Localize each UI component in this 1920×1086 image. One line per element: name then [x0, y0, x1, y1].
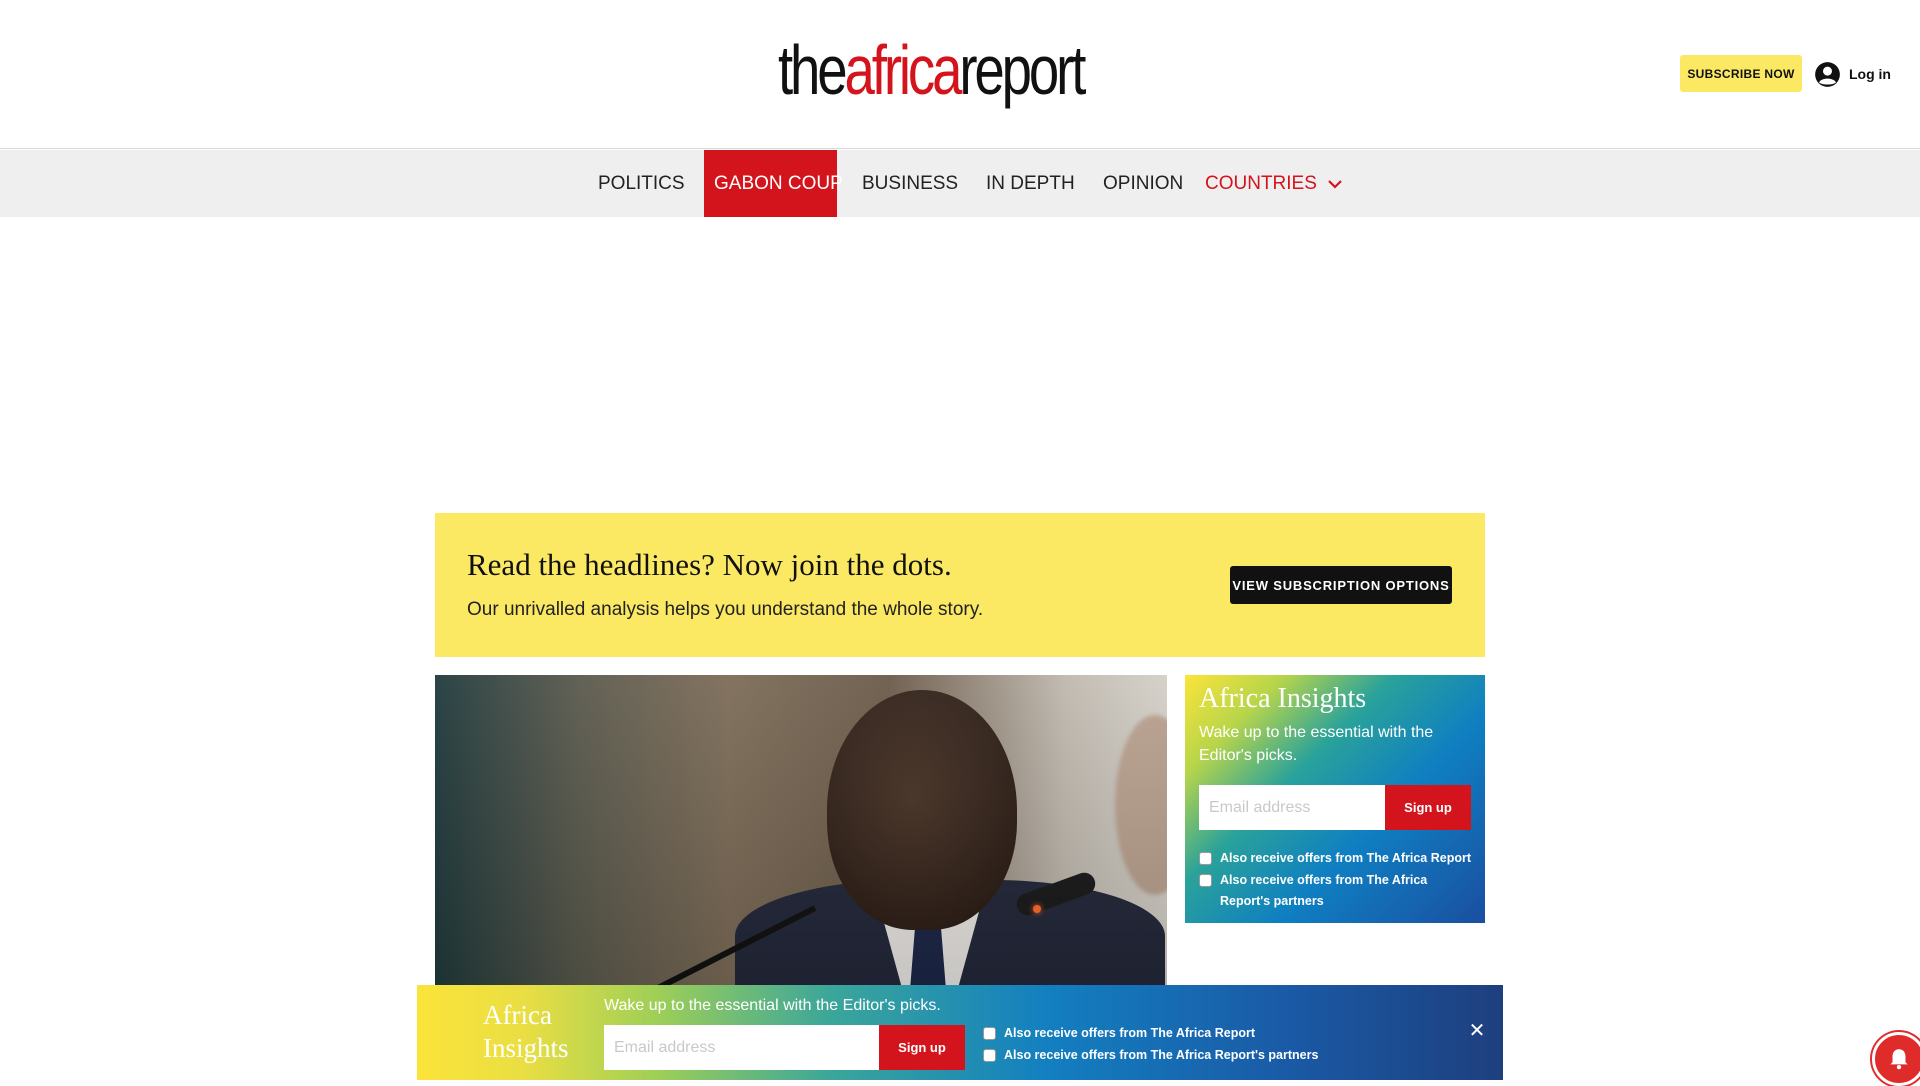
user-circle-icon — [1815, 61, 1840, 87]
sticky-newsletter-description: Wake up to the essential with the Editor… — [604, 997, 941, 1014]
main-nav: POLITICS GABON COUP BUSINESS IN DEPTH OP… — [0, 150, 1920, 217]
sticky-partner-offers-checkbox[interactable]: Also receive offers from The Africa Repo… — [983, 1048, 1318, 1062]
logo-africa: africa — [844, 31, 963, 109]
hero-image-shade — [435, 675, 1167, 985]
login-label: Log in — [1849, 66, 1891, 82]
nav-item-opinion[interactable]: OPINION — [1103, 150, 1183, 217]
nav-item-in-depth[interactable]: IN DEPTH — [986, 150, 1075, 217]
checkbox-label: Also receive offers from The Africa Repo… — [1004, 1048, 1319, 1062]
site-logo[interactable]: theafricareport — [778, 30, 1086, 110]
subscribe-now-button[interactable]: SUBSCRIBE NOW — [1680, 55, 1802, 92]
promo-title: Read the headlines? Now join the dots. — [467, 547, 952, 582]
sticky-offers-checkbox[interactable]: Also receive offers from The Africa Repo… — [983, 1026, 1255, 1040]
nav-item-politics[interactable]: POLITICS — [598, 150, 685, 217]
nav-item-gabon-coup[interactable]: GABON COUP — [704, 150, 843, 217]
checkbox[interactable] — [1199, 874, 1212, 887]
logo-the: the — [778, 31, 848, 109]
chevron-down-icon — [1328, 179, 1342, 189]
bell-icon — [1890, 1049, 1908, 1070]
sticky-newsletter-title: Africa Insights — [483, 1000, 569, 1063]
newsletter-offers-checkbox[interactable]: Also receive offers from The Africa Repo… — [1199, 848, 1475, 869]
newsletter-signup-button[interactable]: Sign up — [1385, 785, 1471, 830]
logo-report: report — [959, 31, 1086, 109]
promo-subtitle: Our unrivalled analysis helps you unders… — [467, 599, 984, 620]
nav-item-business[interactable]: BUSINESS — [862, 150, 958, 217]
newsletter-title: Africa Insights — [1199, 683, 1367, 714]
sticky-signup-button[interactable]: Sign up — [879, 1025, 965, 1070]
notification-bell-button[interactable] — [1872, 1032, 1920, 1086]
nav-item-countries[interactable]: COUNTRIES — [1205, 150, 1343, 217]
sticky-newsletter-bar: Africa Insights Wake up to the essential… — [417, 985, 1503, 1080]
checkbox-label: Also receive offers from The Africa Repo… — [1220, 851, 1471, 865]
newsletter-email-input[interactable] — [1199, 785, 1387, 830]
checkbox-label: Also receive offers from The Africa Repo… — [1004, 1026, 1255, 1040]
subscription-promo-banner: Read the headlines? Now join the dots. O… — [435, 513, 1485, 657]
site-header: theafricareport SUBSCRIBE NOW Log in — [0, 0, 1920, 149]
newsletter-partner-offers-checkbox[interactable]: Also receive offers from The Africa Repo… — [1199, 870, 1475, 912]
close-icon[interactable]: ✕ — [1467, 1021, 1487, 1041]
view-subscription-options-button[interactable]: VIEW SUBSCRIPTION OPTIONS — [1230, 566, 1452, 604]
sticky-email-input[interactable] — [604, 1025, 880, 1070]
nav-item-countries-label: COUNTRIES — [1205, 173, 1317, 194]
login-link[interactable]: Log in — [1814, 60, 1891, 88]
checkbox[interactable] — [983, 1048, 996, 1062]
checkbox-label: Also receive offers from The Africa Repo… — [1220, 873, 1428, 908]
newsletter-description: Wake up to the essential with the Editor… — [1199, 724, 1434, 764]
checkbox[interactable] — [983, 1026, 996, 1040]
hero-article-image[interactable] — [435, 675, 1167, 985]
newsletter-signup-box: Africa Insights Wake up to the essential… — [1185, 675, 1485, 923]
checkbox[interactable] — [1199, 852, 1212, 865]
